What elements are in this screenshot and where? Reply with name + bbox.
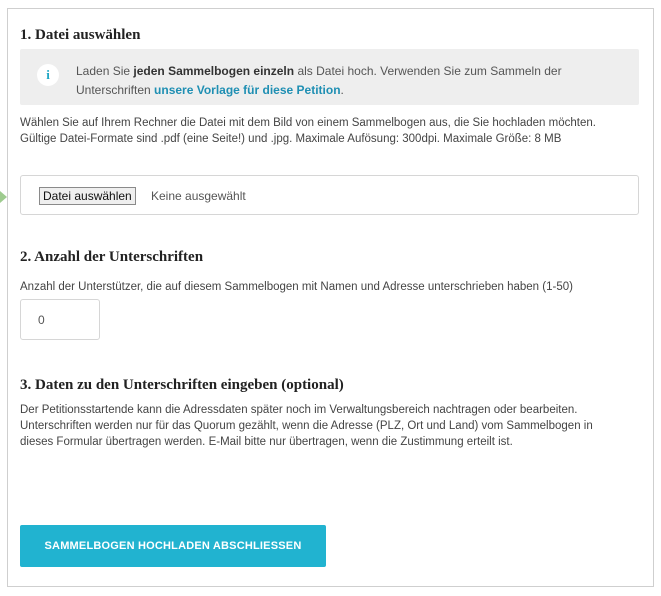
file-input-field[interactable]: Datei auswählen Keine ausgewählt xyxy=(20,175,639,215)
signature-count-description: Anzahl der Unterstützer, die auf diesem … xyxy=(20,281,573,293)
template-link[interactable]: unsere Vorlage für diese Petition xyxy=(154,83,341,97)
signature-data-description: Der Petitionsstartende kann die Adressda… xyxy=(20,402,620,450)
choose-file-button[interactable]: Datei auswählen xyxy=(39,187,136,205)
submit-upload-button[interactable]: SAMMELBOGEN HOCHLADEN ABSCHLIESSEN xyxy=(20,525,326,567)
info-emphasis: jeden Sammelbogen einzeln xyxy=(133,64,295,78)
info-box: i Laden Sie jeden Sammelbogen einzeln al… xyxy=(20,49,639,105)
section-title-signature-data: 3. Daten zu den Unterschriften eingeben … xyxy=(20,377,344,393)
signature-data-note-2: Unterschriften werden nur für das Quorum… xyxy=(20,420,593,448)
section-title-select-file: 1. Datei auswählen xyxy=(20,27,141,43)
upload-form: 1. Datei auswählen i Laden Sie jeden Sam… xyxy=(7,8,654,587)
info-icon: i xyxy=(37,64,59,86)
section-title-signature-count: 2. Anzahl der Unterschriften xyxy=(20,249,204,265)
file-status-text: Keine ausgewählt xyxy=(151,189,246,203)
signature-data-note-1: Der Petitionsstartende kann die Adressda… xyxy=(20,404,578,416)
signature-count-input[interactable]: 0 xyxy=(20,299,100,340)
info-text: Laden Sie jeden Sammelbogen einzeln als … xyxy=(76,64,562,97)
signature-count-value: 0 xyxy=(38,313,45,327)
file-instructions: Wählen Sie auf Ihrem Rechner die Datei m… xyxy=(20,117,596,145)
side-arrow-marker xyxy=(0,191,7,203)
